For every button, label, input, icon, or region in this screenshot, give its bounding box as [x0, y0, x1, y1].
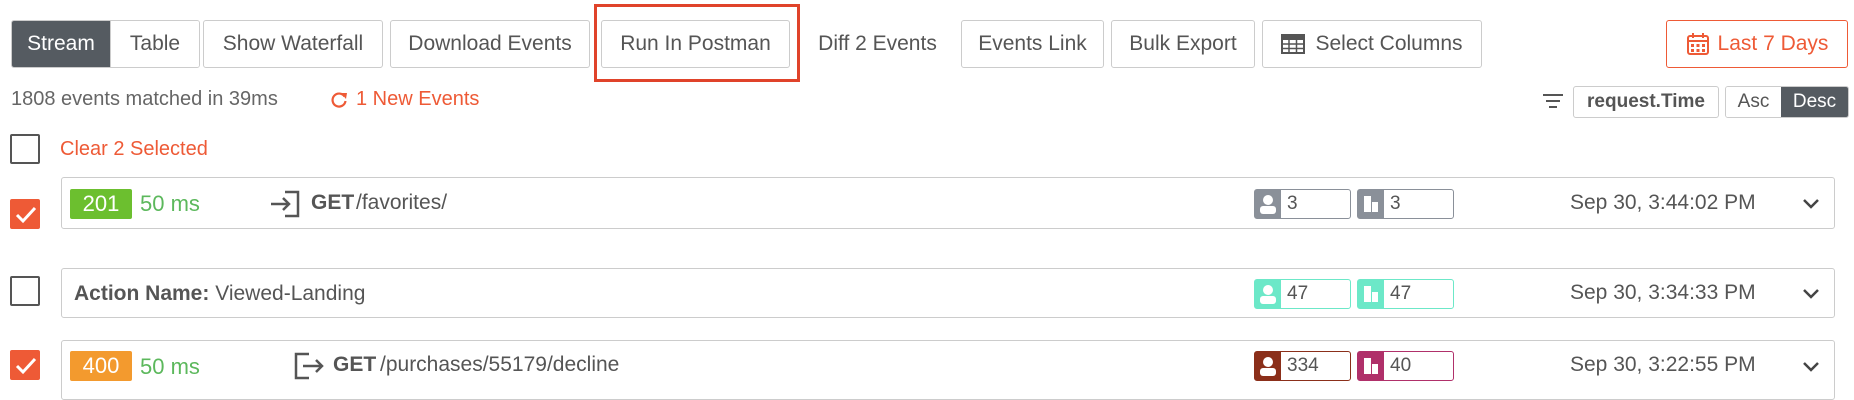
user-icon	[1255, 280, 1281, 308]
user-count: 3	[1287, 193, 1298, 214]
company-icon	[1358, 280, 1384, 308]
stream-view-button[interactable]: Stream	[12, 21, 110, 67]
company-icon	[1358, 190, 1384, 218]
date-range-label: Last 7 Days	[1717, 32, 1829, 55]
table-view-button[interactable]: Table	[110, 21, 199, 67]
company-icon	[1358, 352, 1384, 380]
outgoing-arrow-icon	[294, 352, 324, 380]
view-mode-toggle: Stream Table	[11, 20, 200, 68]
action-name: Action Name: Viewed-Landing	[74, 282, 365, 306]
filter-sort-icon[interactable]	[1542, 92, 1564, 112]
request-path: /favorites/	[356, 191, 448, 214]
sort-desc-button[interactable]: Desc	[1781, 87, 1848, 117]
select-columns-label: Select Columns	[1315, 32, 1463, 55]
company-count: 3	[1390, 193, 1401, 214]
row-checkbox[interactable]	[10, 350, 40, 380]
user-chip[interactable]: 3	[1254, 189, 1351, 219]
diff-events-button[interactable]: Diff 2 Events	[800, 20, 955, 68]
incoming-arrow-icon	[271, 190, 300, 218]
sort-asc-button[interactable]: Asc	[1726, 87, 1781, 117]
user-chip[interactable]: 334	[1254, 351, 1351, 381]
download-events-button[interactable]: Download Events	[390, 20, 590, 68]
highlight-annotation	[594, 4, 800, 82]
bulk-export-button[interactable]: Bulk Export	[1111, 20, 1255, 68]
select-columns-button[interactable]: Select Columns	[1262, 20, 1482, 68]
event-timestamp: Sep 30, 3:22:55 PM	[1570, 353, 1756, 376]
chevron-down-icon[interactable]	[1802, 288, 1820, 300]
refresh-icon	[331, 91, 347, 108]
company-count: 40	[1390, 355, 1412, 376]
date-range-button[interactable]: Last 7 Days	[1666, 20, 1848, 68]
events-link-button[interactable]: Events Link	[961, 20, 1104, 68]
http-method: GET	[311, 191, 355, 214]
company-chip[interactable]: 40	[1357, 351, 1454, 381]
select-all-checkbox[interactable]	[10, 134, 40, 164]
event-timestamp: Sep 30, 3:34:33 PM	[1570, 281, 1756, 304]
chevron-down-icon[interactable]	[1802, 198, 1820, 210]
row-checkbox[interactable]	[10, 199, 40, 229]
status-badge: 201	[70, 189, 132, 219]
clear-selection-link[interactable]: Clear 2 Selected	[60, 138, 208, 161]
calendar-icon	[1686, 33, 1709, 55]
user-count: 47	[1287, 283, 1309, 304]
new-events-link[interactable]: 1 New Events	[330, 88, 479, 111]
http-method: GET	[333, 353, 377, 376]
company-chip[interactable]: 47	[1357, 279, 1454, 309]
user-icon	[1255, 190, 1281, 218]
event-timestamp: Sep 30, 3:44:02 PM	[1570, 191, 1756, 214]
event-row[interactable]: 400 50 ms GET /purchases/55179/decline 3…	[61, 340, 1835, 400]
user-count: 334	[1287, 355, 1319, 376]
company-chip[interactable]: 3	[1357, 189, 1454, 219]
user-chip[interactable]: 47	[1254, 279, 1351, 309]
company-count: 47	[1390, 283, 1412, 304]
event-row[interactable]: 201 50 ms GET /favorites/ 3 3 Sep 30, 3:…	[61, 177, 1835, 229]
action-name-label: Action Name:	[74, 282, 210, 305]
chevron-down-icon[interactable]	[1802, 361, 1820, 373]
table-icon	[1281, 34, 1306, 54]
match-count-text: 1808 events matched in 39ms	[11, 88, 278, 110]
request-path: /purchases/55179/decline	[380, 353, 620, 376]
latency-text: 50 ms	[140, 354, 200, 379]
check-icon	[15, 357, 37, 375]
row-checkbox[interactable]	[10, 276, 40, 306]
status-badge: 400	[70, 351, 132, 381]
user-icon	[1255, 352, 1281, 380]
latency-text: 50 ms	[140, 191, 200, 216]
new-events-label: 1 New Events	[356, 88, 480, 110]
action-name-value: Viewed-Landing	[215, 282, 366, 305]
show-waterfall-button[interactable]: Show Waterfall	[203, 20, 383, 68]
event-row[interactable]: Action Name: Viewed-Landing 47 47 Sep 30…	[61, 268, 1835, 318]
sort-order-toggle: Asc Desc	[1725, 86, 1849, 118]
sort-field-select[interactable]: request.Time	[1573, 86, 1719, 118]
check-icon	[15, 206, 37, 224]
